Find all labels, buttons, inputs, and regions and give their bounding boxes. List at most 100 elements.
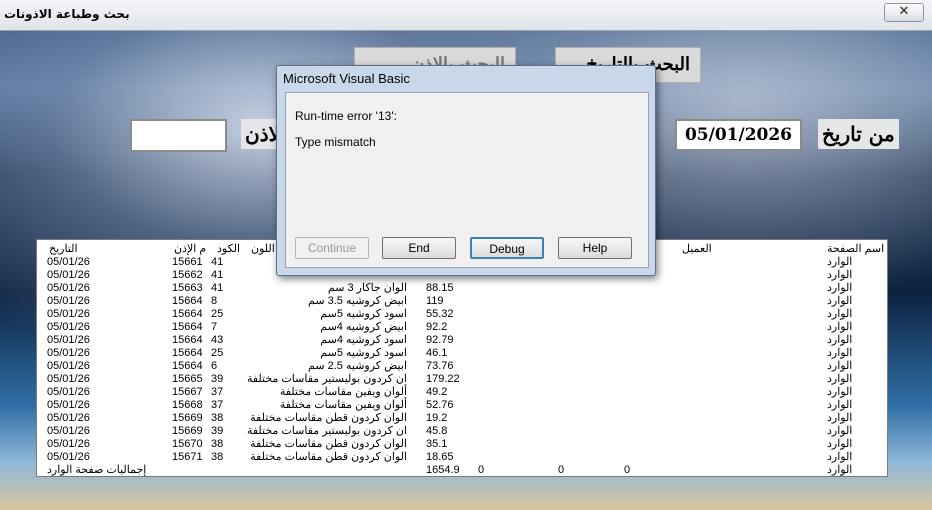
cell-qty: 52.76 (426, 399, 454, 411)
table-row[interactable]: 05/01/26 15664 25 اسود كروشيه 5سم 46.1 الوارد (37, 347, 887, 360)
cell-page: الوارد (827, 399, 853, 411)
cell-date: 05/01/26 (47, 347, 90, 359)
from-date-label: من تاريخ (818, 119, 899, 149)
window-title: بحث وطباعة الاذونات (4, 7, 130, 21)
table-row[interactable]: 05/01/26 15664 8 ابيض كروشيه 3.5 سم 119 الوار… (37, 295, 887, 308)
cell-qty: 19.2 (426, 412, 448, 424)
cell-item: ابيض كروشيه 3.5 سم (308, 295, 407, 307)
totals-qty: 1654.9 (426, 464, 460, 476)
cell-date: 05/01/26 (47, 334, 90, 346)
header-item: اللون (251, 243, 275, 255)
table-row[interactable]: 05/01/26 15664 43 اسود كروشيه 4سم 92.79 الوار… (37, 334, 887, 347)
cell-item: ان كردون بوليستير مقاسات مختلفة (246, 425, 407, 437)
cell-code: 41 (211, 282, 224, 294)
dialog-error-line: Run-time error '13': (295, 109, 397, 123)
cell-qty: 92.79 (426, 334, 454, 346)
cell-qty: 73.76 (426, 360, 454, 372)
table-row[interactable]: 05/01/26 15667 37 ألوان ويفين مقاسات مختلفة… (37, 386, 887, 399)
cell-page: الوارد (827, 334, 853, 346)
cell-page: الوارد (827, 347, 853, 359)
cell-page: الوارد (827, 269, 853, 281)
cell-code: 37 (211, 386, 224, 398)
cell-date: 05/01/26 (47, 360, 90, 372)
header-date: التاريخ (49, 243, 78, 255)
cell-page: الوارد (827, 451, 853, 463)
cell-code: 25 (211, 308, 224, 320)
table-row[interactable]: 05/01/26 15664 7 ابيض كروشيه 4سم 92.2 الوارد (37, 321, 887, 334)
dialog-message: Type mismatch (295, 135, 376, 149)
cell-page: الوارد (827, 425, 853, 437)
dialog-body: Run-time error '13': Type mismatch Conti… (285, 92, 649, 268)
cell-item: الوان كردون قطن مقاسات مختلفة (250, 451, 407, 463)
totals-b: 0 (558, 464, 565, 476)
cell-date: 05/01/26 (47, 425, 90, 437)
totals-a: 0 (478, 464, 485, 476)
cell-permit-no: 15663 (172, 282, 203, 294)
cell-page: الوارد (827, 321, 853, 333)
cell-permit-no: 15670 (172, 438, 203, 450)
cell-permit-no: 15664 (172, 360, 203, 372)
cell-qty: 92.2 (426, 321, 448, 333)
cell-date: 05/01/26 (47, 269, 90, 281)
cell-code: 37 (211, 399, 224, 411)
cell-page: الوارد (827, 360, 853, 372)
cell-code: 43 (211, 334, 224, 346)
header-permit-no: م الإذن (174, 243, 207, 255)
cell-code: 38 (211, 438, 224, 450)
cell-page: الوارد (827, 386, 853, 398)
help-button[interactable]: Help (558, 237, 632, 259)
cell-qty: 45.8 (426, 425, 448, 437)
cell-date: 05/01/26 (47, 282, 90, 294)
table-row[interactable]: 05/01/26 15669 39 ان كردون بوليستير مقاسات … (37, 425, 887, 438)
cell-qty: 18.65 (426, 451, 454, 463)
table-row[interactable]: 05/01/26 15669 38 الوان كردون قطن مقاسات مخ… (37, 412, 887, 425)
cell-code: 8 (211, 295, 218, 307)
continue-button[interactable]: Continue (295, 237, 369, 259)
cell-page: الوارد (827, 295, 853, 307)
permit-field[interactable] (130, 119, 227, 152)
header-customer: العميل (682, 243, 712, 255)
totals-row: إجماليات صفحة الوارد 1654.9 0 0 0 الوارد (37, 464, 887, 477)
cell-code: 38 (211, 451, 224, 463)
cell-date: 05/01/26 (47, 438, 90, 450)
header-page-name: اسم الصفحة (827, 243, 885, 255)
cell-code: 25 (211, 347, 224, 359)
table-row[interactable]: 05/01/26 15664 6 ابيض كروشيه 2.5 سم 73.76 الو… (37, 360, 887, 373)
end-button[interactable]: End (382, 237, 456, 259)
cell-permit-no: 15664 (172, 321, 203, 333)
cell-qty: 119 (426, 295, 444, 307)
cell-permit-no: 15661 (172, 256, 203, 268)
cell-permit-no: 15665 (172, 373, 203, 385)
debug-button[interactable]: Debug (470, 237, 544, 259)
cell-item: ألوان ويفين مقاسات مختلفة (279, 399, 407, 411)
cell-permit-no: 15668 (172, 399, 203, 411)
totals-c: 0 (624, 464, 631, 476)
table-row[interactable]: 05/01/26 15668 37 ألوان ويفين مقاسات مختلفة… (37, 399, 887, 412)
table-row[interactable]: 05/01/26 15664 25 اسود كروشيه 5سم 55.32 الوار… (37, 308, 887, 321)
cell-permit-no: 15669 (172, 412, 203, 424)
cell-item: ان كردون بوليستير مقاسات مختلفة (246, 373, 407, 385)
close-button[interactable]: ✕ (884, 3, 924, 22)
cell-date: 05/01/26 (47, 256, 90, 268)
cell-item: الوان كردون قطن مقاسات مختلفة (250, 412, 407, 424)
cell-qty: 88.15 (426, 282, 454, 294)
cell-permit-no: 15664 (172, 295, 203, 307)
table-row[interactable]: 05/01/26 15670 38 الوان كردون قطن مقاسات مخ… (37, 438, 887, 451)
cell-qty: 46.1 (426, 347, 448, 359)
cell-page: الوارد (827, 282, 853, 294)
table-row[interactable]: 05/01/26 15663 41 الوان جاكار 3 سم 88.15 الوا… (37, 282, 887, 295)
cell-permit-no: 15662 (172, 269, 203, 281)
cell-permit-no: 15664 (172, 308, 203, 320)
table-row[interactable]: 05/01/26 15671 38 الوان كردون قطن مقاسات مخ… (37, 451, 887, 464)
cell-permit-no: 15667 (172, 386, 203, 398)
table-row[interactable]: 05/01/26 15665 39 ان كردون بوليستير مقاسات … (37, 373, 887, 386)
cell-date: 05/01/26 (47, 321, 90, 333)
cell-page: الوارد (827, 412, 853, 424)
cell-date: 05/01/26 (47, 451, 90, 463)
cell-item: ألوان ويفين مقاسات مختلفة (279, 386, 407, 398)
cell-item: ابيض كروشيه 2.5 سم (308, 360, 407, 372)
cell-qty: 179.22 (426, 373, 460, 385)
cell-qty: 35.1 (426, 438, 448, 450)
from-date-field[interactable]: 05/01/2026 (675, 119, 802, 151)
cell-item: ابيض كروشيه 4سم (320, 321, 407, 333)
